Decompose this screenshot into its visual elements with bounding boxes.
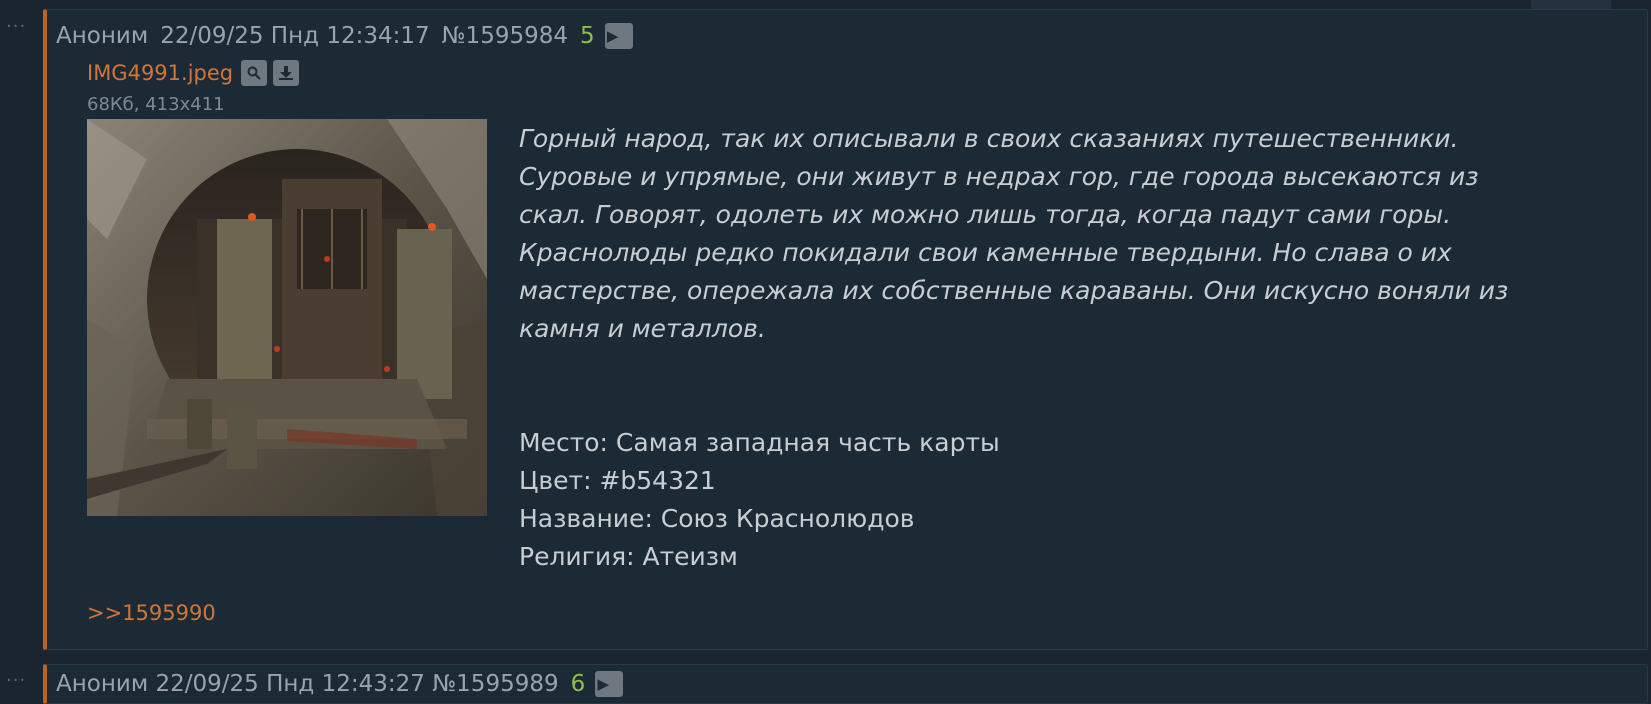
lore-line: Горный народ, так их описывали в своих с… — [519, 124, 1459, 153]
detail-color: Цвет: #b54321 — [519, 466, 716, 495]
lore-line: Краснолюды редко покидали свои каменные … — [519, 238, 1452, 267]
download-icon — [279, 66, 294, 80]
play-icon: ▶ — [606, 27, 619, 45]
detail-location: Место: Самая западная часть карты — [519, 428, 1000, 457]
post-header: Аноним 22/09/25 Пнд 12:34:17 №1595984 5 … — [56, 23, 633, 49]
post-menu-icon[interactable]: ··· — [6, 672, 26, 690]
post-menu-icon[interactable]: ··· — [6, 18, 26, 36]
file-meta: 68Кб, 413x411 — [87, 94, 225, 115]
image-search-button[interactable] — [241, 60, 268, 86]
post-number[interactable]: №1595984 — [442, 23, 568, 49]
fortress-image — [87, 119, 487, 516]
detail-religion: Религия: Атеизм — [519, 542, 738, 571]
play-icon: ▶ — [597, 675, 610, 693]
lore-line: мастерстве, опережала их собственные кар… — [519, 276, 1509, 305]
post-image[interactable] — [87, 119, 487, 516]
details: Место: Самая западная часть карты Цвет: … — [519, 424, 1629, 576]
lore-line: камня и металлов. — [519, 314, 766, 343]
reply-link[interactable]: >>1595990 — [87, 601, 216, 625]
post-body: Горный народ, так их описывали в своих с… — [519, 120, 1629, 576]
lore-line: Суровые и упрямые, они живут в недрах го… — [519, 162, 1479, 191]
next-post: Аноним 22/09/25 Пнд 12:43:27 №1595989 6 … — [43, 664, 1648, 704]
post-author: Аноним — [56, 23, 149, 49]
next-reply-count[interactable]: 6 — [571, 671, 586, 697]
reply-count[interactable]: 5 — [580, 23, 595, 49]
detail-name: Название: Союз Краснолюдов — [519, 504, 915, 533]
post: Аноним 22/09/25 Пнд 12:34:17 №1595984 5 … — [43, 9, 1648, 650]
next-post-header: Аноним 22/09/25 Пнд 12:43:27 №1595989 6 … — [56, 671, 624, 697]
search-icon — [247, 66, 261, 80]
play-button[interactable]: ▶ — [604, 23, 633, 49]
lore-text: Горный народ, так их описывали в своих с… — [519, 120, 1629, 348]
post-datetime: 22/09/25 Пнд 12:34:17 — [160, 23, 430, 49]
next-post-meta: Аноним 22/09/25 Пнд 12:43:27 №1595989 — [56, 671, 559, 697]
file-info: IMG4991.jpeg — [87, 60, 305, 86]
download-button[interactable] — [273, 60, 300, 86]
file-name-link[interactable]: IMG4991.jpeg — [87, 61, 233, 85]
lore-line: скал. Говорят, одолеть их можно лишь тог… — [519, 200, 1452, 229]
play-button[interactable]: ▶ — [595, 671, 624, 697]
